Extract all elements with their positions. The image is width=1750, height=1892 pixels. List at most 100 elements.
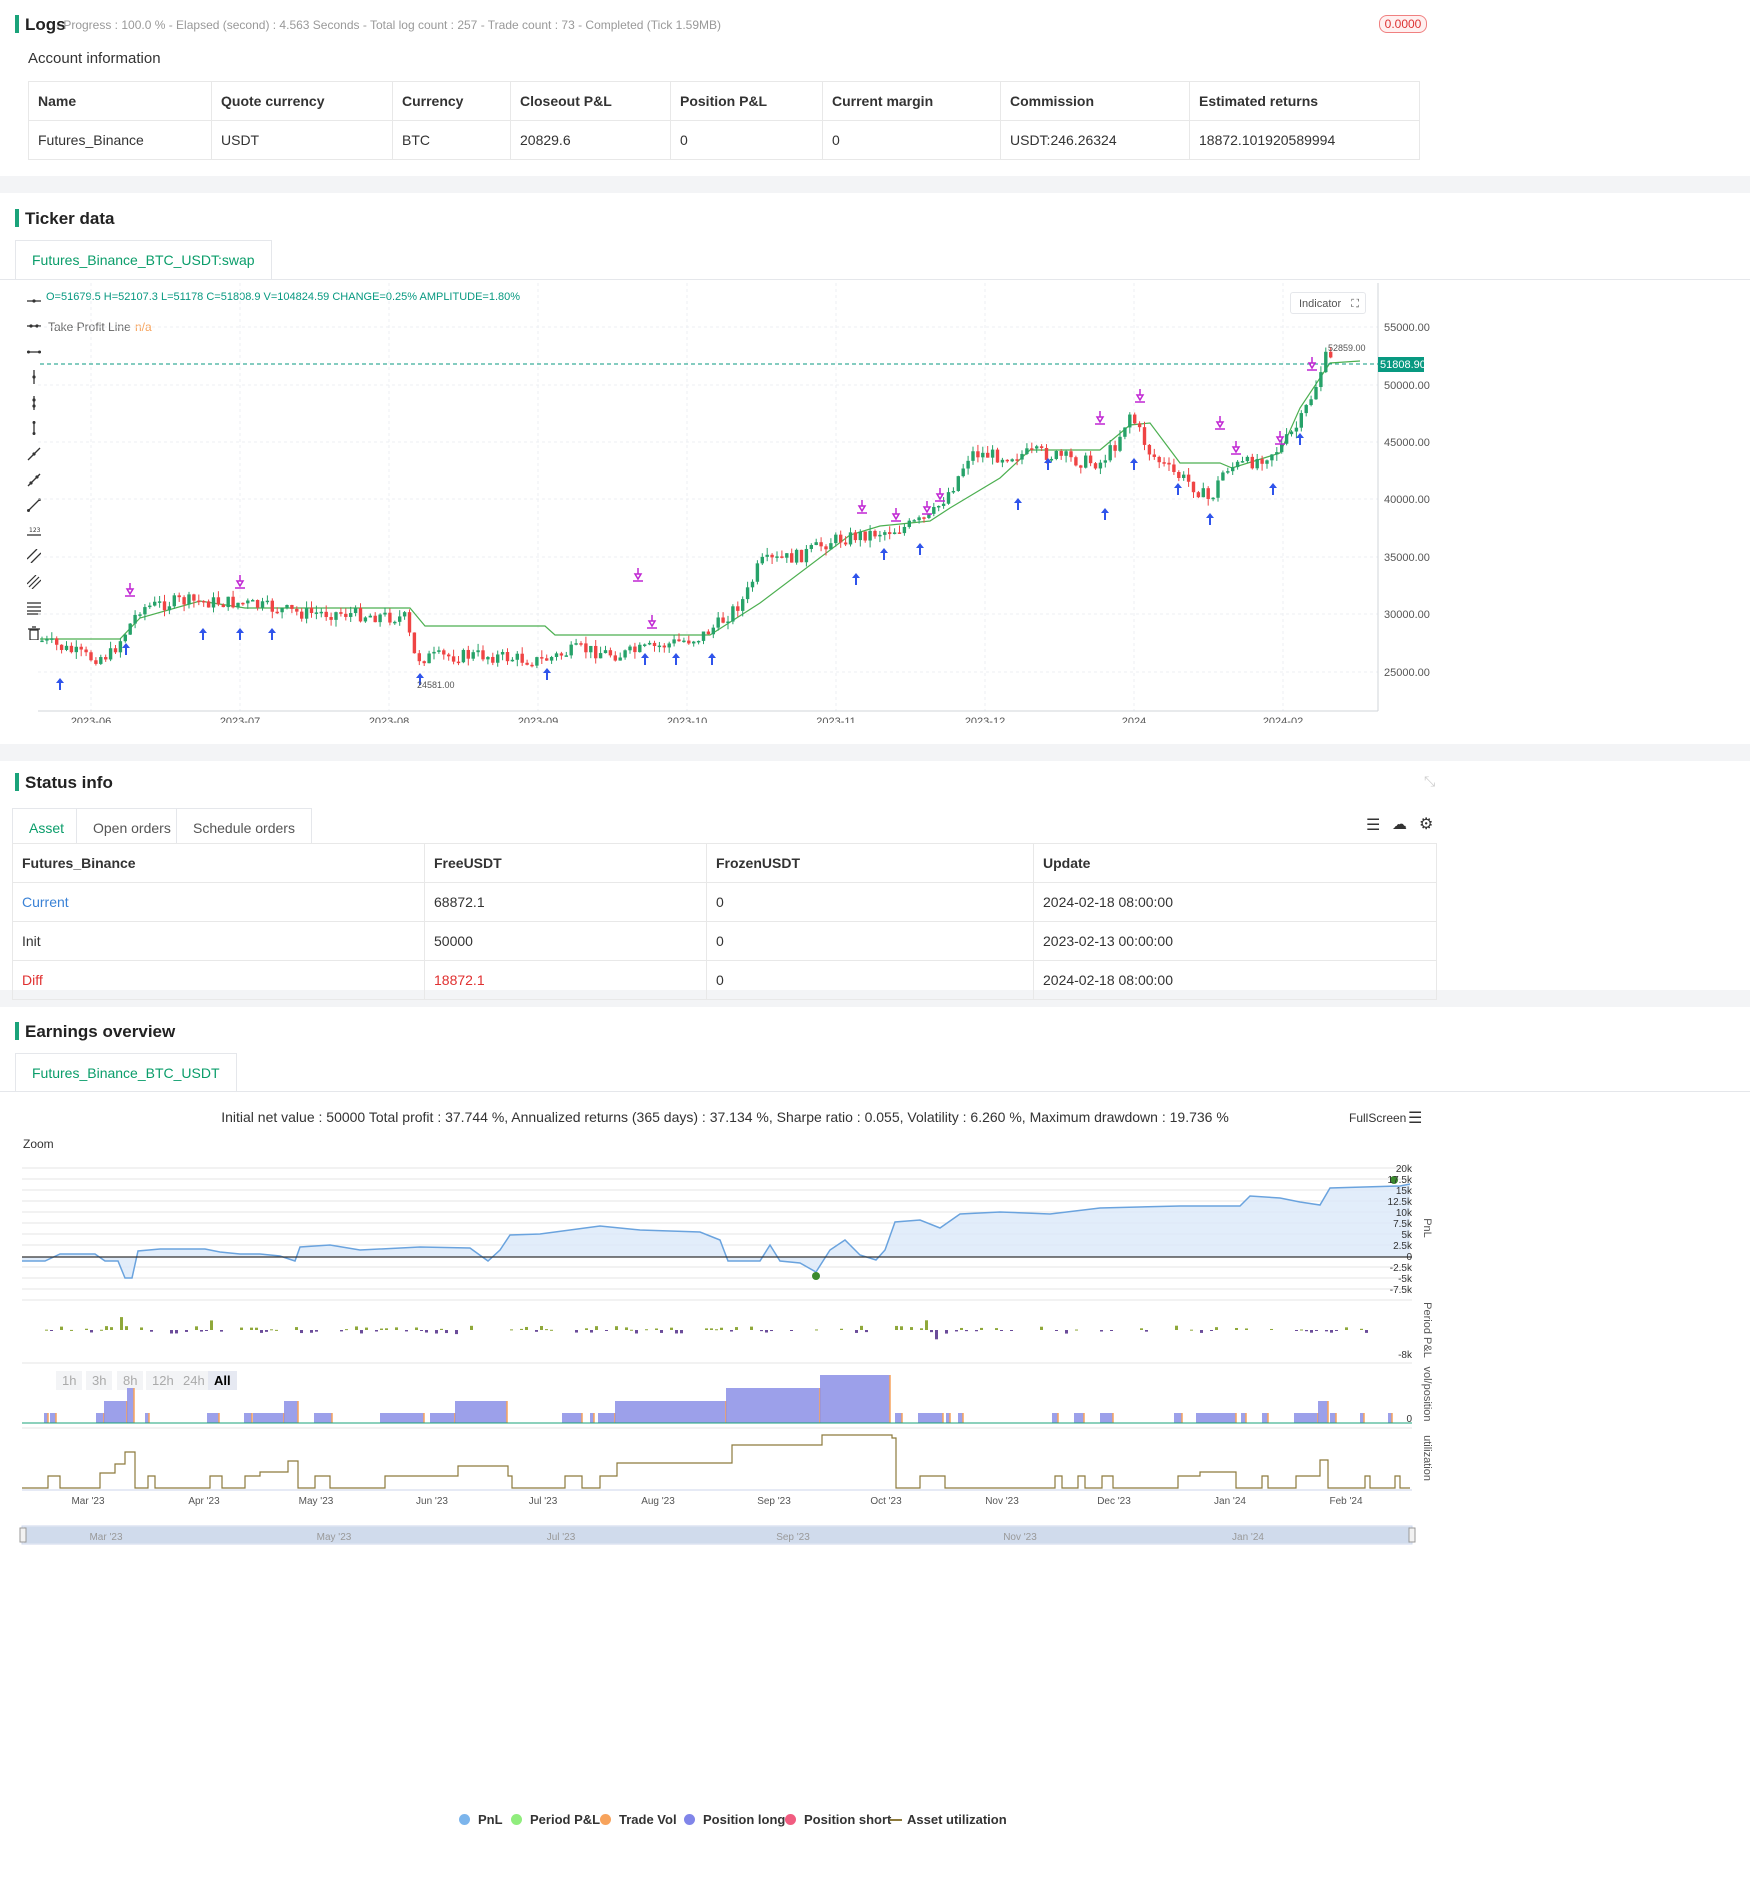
candle-body bbox=[878, 535, 881, 537]
nav-tick: Nov '23 bbox=[1003, 1532, 1037, 1543]
period-pnl-bar bbox=[680, 1330, 683, 1333]
candle-body bbox=[981, 453, 984, 457]
candle-body bbox=[197, 601, 200, 603]
candle-body bbox=[619, 657, 622, 660]
candle-body bbox=[143, 607, 146, 614]
nav-tick: Jan '24 bbox=[1232, 1532, 1264, 1543]
candle-body bbox=[614, 655, 617, 660]
period-pnl-bar bbox=[925, 1320, 928, 1330]
candle-body bbox=[570, 645, 573, 656]
candle-body bbox=[310, 608, 313, 613]
legend-trade-vol[interactable]: Trade Vol bbox=[600, 1812, 677, 1827]
list-view-icon[interactable]: ☰ bbox=[1366, 815, 1380, 835]
position-long-block bbox=[1330, 1413, 1336, 1423]
legend-position-long[interactable]: Position long bbox=[684, 1812, 785, 1827]
nav-tick: Sep '23 bbox=[776, 1532, 810, 1543]
position-long-block bbox=[50, 1413, 56, 1423]
ppl-axis-title: Period P&L bbox=[1421, 1302, 1433, 1358]
settings-gear-icon[interactable]: ⚙ bbox=[1419, 814, 1433, 834]
x-tick: Oct '23 bbox=[870, 1496, 902, 1507]
candle-body bbox=[1162, 462, 1165, 464]
candle-body bbox=[1241, 461, 1244, 463]
candle-body bbox=[628, 647, 631, 651]
candle-body bbox=[1138, 423, 1141, 427]
close-marker-icon bbox=[1233, 441, 1239, 452]
candle-body bbox=[178, 595, 181, 597]
candle-body bbox=[932, 507, 935, 514]
candle-body bbox=[638, 645, 641, 652]
candle-body bbox=[462, 650, 465, 662]
tab-underline bbox=[0, 1091, 1750, 1092]
candle-body bbox=[785, 553, 788, 558]
candle-body bbox=[883, 532, 886, 535]
candle-body bbox=[1231, 467, 1234, 471]
position-blocks bbox=[44, 1375, 1392, 1423]
take-profit-line bbox=[40, 361, 1360, 639]
legend-position-short-label: Position short bbox=[804, 1812, 891, 1827]
candle-body bbox=[481, 650, 484, 659]
cell-free: 18872.1 bbox=[425, 961, 707, 1000]
candle-body bbox=[442, 650, 445, 654]
period-pnl-bar bbox=[635, 1330, 638, 1333]
collapse-icon[interactable]: ⤡ bbox=[1424, 773, 1435, 790]
period-pnl-bar bbox=[1295, 1330, 1298, 1331]
buy-arrow-icon bbox=[236, 628, 244, 640]
position-long-block bbox=[1318, 1401, 1328, 1423]
tab-earnings-symbol[interactable]: Futures_Binance_BTC_USDT bbox=[15, 1053, 237, 1092]
period-pnl-bar bbox=[275, 1330, 278, 1331]
period-pnl-bar bbox=[720, 1328, 723, 1330]
candle-body bbox=[1045, 448, 1048, 460]
candle-body bbox=[1207, 488, 1210, 499]
period-pnl-bar bbox=[310, 1330, 313, 1333]
navigator-selection[interactable] bbox=[24, 1527, 1410, 1543]
legend-period-pnl[interactable]: Period P&L bbox=[511, 1812, 600, 1827]
position-long-block bbox=[726, 1388, 820, 1423]
tab-ticker-symbol[interactable]: Futures_Binance_BTC_USDT:swap bbox=[15, 240, 272, 279]
candle-body bbox=[364, 617, 367, 621]
navigator-right-handle[interactable] bbox=[1409, 1528, 1415, 1542]
position-long-block bbox=[207, 1413, 219, 1423]
period-pnl-bar bbox=[815, 1329, 818, 1330]
candle-body bbox=[761, 557, 764, 563]
col-closeout-pnl: Closeout P&L bbox=[511, 82, 671, 121]
candle-body bbox=[540, 657, 543, 659]
legend-pnl-dot bbox=[459, 1814, 470, 1825]
candle-body bbox=[966, 461, 969, 469]
legend-period-pnl-label: Period P&L bbox=[530, 1812, 600, 1827]
candle-body bbox=[893, 532, 896, 534]
period-pnl-bar bbox=[750, 1327, 753, 1330]
period-pnl-bar bbox=[120, 1317, 123, 1330]
cloud-download-icon[interactable]: ☁ bbox=[1392, 815, 1407, 833]
period-pnl-bar bbox=[630, 1330, 633, 1331]
candle-body bbox=[697, 641, 700, 643]
navigator-left-handle[interactable] bbox=[20, 1528, 26, 1542]
candle-body bbox=[388, 613, 391, 623]
candle-body bbox=[124, 635, 127, 642]
fullscreen-button[interactable]: FullScreen bbox=[1349, 1111, 1406, 1125]
tab-schedule-orders[interactable]: Schedule orders bbox=[176, 808, 312, 847]
earnings-accent bbox=[15, 1022, 19, 1040]
candle-body bbox=[1290, 432, 1293, 435]
candle-body bbox=[702, 632, 705, 641]
candle-body bbox=[305, 608, 308, 619]
legend-asset-utilization[interactable]: Asset utilization bbox=[890, 1812, 1007, 1827]
buy-arrow-icon bbox=[880, 548, 888, 560]
candle-body bbox=[427, 653, 430, 663]
period-pnl-bar bbox=[550, 1330, 553, 1331]
tab-open-orders[interactable]: Open orders bbox=[76, 808, 188, 847]
candle-body bbox=[668, 643, 671, 647]
candle-body bbox=[903, 527, 906, 533]
period-pnl-bar bbox=[340, 1330, 343, 1331]
candle-body bbox=[800, 550, 803, 562]
menu-icon[interactable]: ☰ bbox=[1408, 1108, 1422, 1128]
period-pnl-bar bbox=[255, 1328, 258, 1330]
candle-body bbox=[1011, 459, 1014, 461]
candle-body bbox=[805, 549, 808, 562]
period-pnl-bar bbox=[605, 1330, 608, 1331]
position-long-block bbox=[1174, 1413, 1182, 1423]
legend-pnl[interactable]: PnL bbox=[459, 1812, 503, 1827]
tab-asset[interactable]: Asset bbox=[12, 808, 81, 847]
candle-body bbox=[775, 556, 778, 558]
legend-position-short[interactable]: Position short bbox=[785, 1812, 891, 1827]
period-pnl-bar bbox=[435, 1330, 438, 1334]
